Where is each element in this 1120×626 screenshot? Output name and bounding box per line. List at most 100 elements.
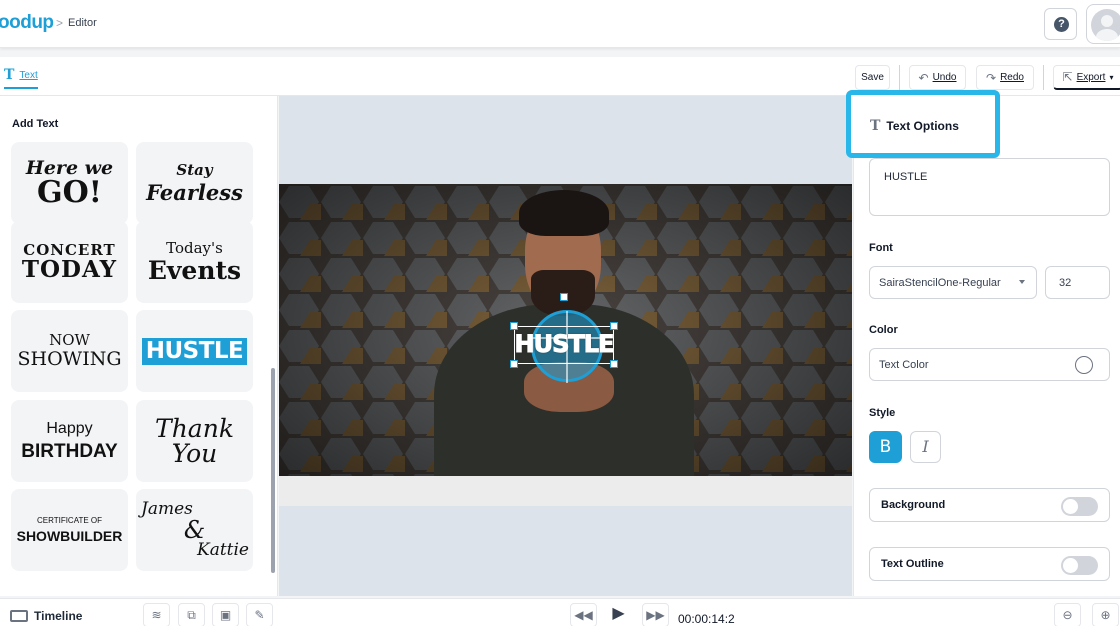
edit-icon[interactable]: ✎ — [246, 603, 273, 626]
font-size-input[interactable]: 32 — [1045, 266, 1110, 299]
help-icon: ? — [1054, 17, 1069, 32]
tab-text[interactable]: T Text — [4, 67, 38, 89]
text-options-label: Text Options — [886, 119, 959, 133]
tile-line3: Kattie — [197, 540, 249, 560]
toolbar-divider — [899, 65, 900, 90]
background-toggle[interactable] — [1061, 497, 1098, 516]
rewind-icon[interactable]: ◀◀ — [570, 603, 597, 626]
undo-button[interactable]: ↶ Undo — [909, 65, 966, 90]
undo-icon: ↶ — [918, 70, 929, 85]
tile-line1: Happy — [46, 420, 93, 437]
chevron-down-icon — [1019, 280, 1025, 284]
text-template-stay-fearless[interactable]: Stay Fearless — [136, 142, 253, 224]
resize-handle-top-left[interactable] — [510, 322, 518, 330]
timeline-icon — [10, 610, 28, 622]
text-icon: T — [4, 67, 15, 83]
zoom-out-icon[interactable]: ⊖ — [1054, 603, 1081, 626]
text-outline-row: Text Outline — [869, 547, 1110, 581]
text-template-here-we-go[interactable]: Here we GO! — [11, 142, 128, 224]
resize-handle-bottom-right[interactable] — [610, 360, 618, 368]
export-icon: ⇱ — [1062, 70, 1073, 84]
text-template-todays-events[interactable]: Today's Events — [136, 221, 253, 303]
tile-line2: SHOWBUILDER — [16, 528, 123, 544]
breadcrumb-separator: > — [56, 16, 64, 30]
undo-label: Undo — [932, 72, 957, 83]
add-text-panel: Add Text Here we GO! Stay Fearless CONCE… — [0, 96, 278, 596]
bold-button[interactable]: B — [869, 431, 902, 463]
zoom-in-icon[interactable]: ⊕ — [1092, 603, 1119, 626]
text-color-picker[interactable]: Text Color — [869, 348, 1110, 381]
background-row: Background — [869, 488, 1110, 522]
color-label: Color — [869, 324, 898, 336]
resize-handle-bottom-left[interactable] — [510, 360, 518, 368]
tile-line1: CERTIFICATE OF — [36, 516, 103, 525]
tile-line1: HUSTLE — [141, 337, 248, 365]
fast-forward-icon[interactable]: ▶▶ — [642, 603, 669, 626]
tile-line2: Fearless — [146, 180, 243, 205]
text-options-title: T Text Options — [870, 118, 959, 134]
text-template-hustle[interactable]: HUSTLE — [136, 310, 253, 392]
text-template-certificate[interactable]: CERTIFICATE OF SHOWBUILDER — [11, 489, 128, 571]
tile-line2: TODAY — [21, 256, 118, 283]
tile-line2: GO! — [37, 174, 102, 210]
text-outline-toggle[interactable] — [1061, 556, 1098, 575]
text-content-value: HUSTLE — [884, 171, 928, 183]
text-template-james-kattie[interactable]: James & Kattie — [136, 489, 253, 571]
tile-line1: Today's — [166, 239, 223, 257]
play-icon[interactable]: ▶ — [605, 603, 632, 626]
text-template-happy-birthday[interactable]: Happy BIRTHDAY — [11, 400, 128, 482]
top-header: oodup > Editor ? — [0, 0, 1120, 48]
brand-logo[interactable]: oodup — [0, 12, 54, 34]
save-label: Save — [861, 72, 884, 83]
font-family-select[interactable]: SairaStencilOne-Regular — [869, 266, 1037, 299]
toolbar-divider — [1043, 65, 1044, 90]
scene-icon[interactable]: ▣ — [212, 603, 239, 626]
rotate-handle[interactable] — [560, 293, 568, 301]
text-template-concert-today[interactable]: CONCERT TODAY — [11, 221, 128, 303]
canvas-text-overlay[interactable]: HUSTLE — [514, 330, 615, 359]
redo-icon: ↷ — [986, 70, 997, 85]
split-icon[interactable]: ⧉ — [178, 603, 205, 626]
avatar — [1091, 9, 1120, 41]
style-label: Style — [869, 407, 896, 419]
color-swatch[interactable] — [1075, 356, 1093, 374]
video-frame[interactable]: HUSTLE — [279, 184, 852, 506]
font-size-value: 32 — [1059, 277, 1072, 289]
text-icon: T — [870, 118, 881, 134]
help-button[interactable]: ? — [1044, 8, 1077, 40]
tile-line2: BIRTHDAY — [21, 441, 118, 462]
save-button[interactable]: Save — [855, 65, 890, 90]
redo-label: Redo — [1000, 72, 1024, 83]
panel-title: Add Text — [12, 118, 59, 130]
tile-line2: You — [171, 439, 218, 468]
font-label: Font — [869, 242, 893, 254]
tile-line2: SHOWING — [17, 348, 122, 370]
redo-button[interactable]: ↷ Redo — [976, 65, 1034, 90]
table-surface — [279, 476, 852, 506]
text-color-label: Text Color — [879, 359, 929, 371]
italic-button[interactable]: I — [910, 431, 941, 463]
export-button[interactable]: ⇱ Export ▾ — [1053, 65, 1120, 90]
timeline-label: Timeline — [34, 609, 83, 623]
timeline-toggle[interactable]: Timeline — [10, 609, 82, 623]
resize-handle-top-right[interactable] — [610, 322, 618, 330]
timeline-bar: Timeline ≋ ⧉ ▣ ✎ ◀◀ ▶ ▶▶ 00:00:14:2 ⊖ ⊕ — [0, 598, 1120, 626]
tile-line1: NOW — [49, 331, 90, 349]
text-template-now-showing[interactable]: NOW SHOWING — [11, 310, 128, 392]
text-content-input[interactable]: HUSTLE — [869, 158, 1110, 216]
breadcrumb-editor: Editor — [68, 17, 97, 29]
layers-icon[interactable]: ≋ — [143, 603, 170, 626]
background-label: Background — [881, 499, 946, 511]
presenter-hair — [519, 190, 609, 236]
text-template-thank-you[interactable]: Thank You — [136, 400, 253, 482]
playback-time: 00:00:14:2 — [678, 612, 735, 626]
canvas-stage[interactable]: HUSTLE — [279, 96, 852, 596]
tile-line1: Stay — [176, 161, 213, 179]
tile-line2: & — [183, 516, 206, 544]
text-outline-label: Text Outline — [881, 558, 944, 570]
tab-text-label: Text — [19, 69, 38, 81]
export-label: Export — [1076, 71, 1106, 83]
panel-scrollbar[interactable] — [271, 368, 275, 573]
user-avatar-button[interactable] — [1086, 4, 1120, 44]
tile-line1: Thank — [155, 414, 234, 443]
